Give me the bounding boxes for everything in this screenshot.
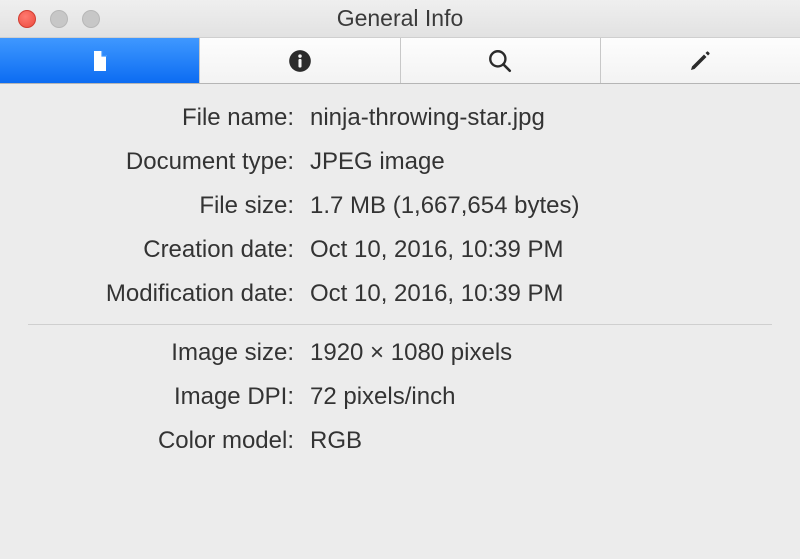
label-file-name: File name:: [0, 104, 310, 132]
row-file-size: File size: 1.7 MB (1,667,654 bytes): [0, 184, 800, 228]
zoom-button[interactable]: [82, 10, 100, 28]
label-creation-date: Creation date:: [0, 236, 310, 264]
row-document-type: Document type: JPEG image: [0, 140, 800, 184]
close-button[interactable]: [18, 10, 36, 28]
value-creation-date: Oct 10, 2016, 10:39 PM: [310, 236, 800, 264]
label-file-size: File size:: [0, 192, 310, 220]
tabbar: [0, 38, 800, 84]
window-controls: [0, 10, 100, 28]
value-file-name: ninja-throwing-star.jpg: [310, 104, 800, 132]
value-file-size: 1.7 MB (1,667,654 bytes): [310, 192, 800, 220]
info-window: General Info: [0, 0, 800, 559]
value-document-type: JPEG image: [310, 148, 800, 176]
row-creation-date: Creation date: Oct 10, 2016, 10:39 PM: [0, 228, 800, 272]
tab-search[interactable]: [401, 38, 601, 83]
label-document-type: Document type:: [0, 148, 310, 176]
value-color-model: RGB: [310, 427, 800, 455]
info-icon: [286, 47, 314, 75]
row-color-model: Color model: RGB: [0, 419, 800, 463]
value-modification-date: Oct 10, 2016, 10:39 PM: [310, 280, 800, 308]
value-image-size: 1920 × 1080 pixels: [310, 339, 800, 367]
row-image-dpi: Image DPI: 72 pixels/inch: [0, 375, 800, 419]
tab-info[interactable]: [200, 38, 400, 83]
minimize-button[interactable]: [50, 10, 68, 28]
row-modification-date: Modification date: Oct 10, 2016, 10:39 P…: [0, 272, 800, 316]
tab-file[interactable]: [0, 38, 200, 83]
label-image-size: Image size:: [0, 339, 310, 367]
row-file-name: File name: ninja-throwing-star.jpg: [0, 96, 800, 140]
section-divider: [28, 324, 772, 325]
file-icon: [86, 47, 114, 75]
row-image-size: Image size: 1920 × 1080 pixels: [0, 331, 800, 375]
label-modification-date: Modification date:: [0, 280, 310, 308]
window-title: General Info: [0, 5, 800, 32]
edit-icon: [686, 47, 714, 75]
value-image-dpi: 72 pixels/inch: [310, 383, 800, 411]
search-icon: [486, 47, 514, 75]
titlebar: General Info: [0, 0, 800, 38]
tab-edit[interactable]: [601, 38, 800, 83]
label-color-model: Color model:: [0, 427, 310, 455]
content: File name: ninja-throwing-star.jpg Docum…: [0, 84, 800, 559]
label-image-dpi: Image DPI:: [0, 383, 310, 411]
